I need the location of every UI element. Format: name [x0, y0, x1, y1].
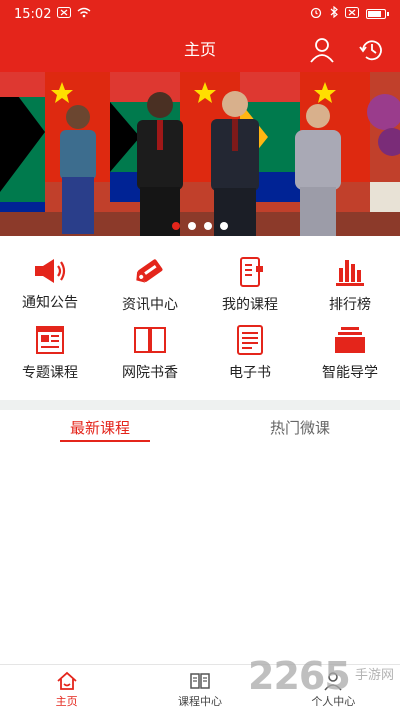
user-button[interactable]: [308, 36, 336, 64]
watermark-suffix: 手游网: [354, 668, 394, 683]
open-book-icon: [132, 324, 168, 356]
course-tabs: 最新课程 热门微课: [0, 410, 400, 444]
user-icon: [310, 38, 334, 63]
battery-icon: [366, 9, 389, 19]
bluetooth-icon: [330, 5, 338, 22]
history-icon: [359, 40, 382, 61]
nav-label: 课程中心: [177, 695, 222, 708]
stack-icon: [332, 324, 368, 356]
carousel-dot[interactable]: [188, 222, 196, 230]
megaphone-icon: [32, 256, 68, 286]
ebook-icon: [232, 324, 268, 356]
menu-label: 通知公告: [22, 295, 78, 311]
menu-label: 专题课程: [22, 365, 78, 381]
book-icon: [190, 673, 210, 689]
app-header: 主页: [0, 28, 400, 72]
wifi-icon: [77, 7, 91, 22]
menu-label: 我的课程: [222, 297, 278, 313]
nav-home[interactable]: 主页: [0, 665, 133, 711]
status-bar: 15:02: [0, 0, 400, 28]
tab-latest-courses[interactable]: 最新课程: [0, 410, 200, 444]
menu-item-notices[interactable]: 通知公告: [0, 256, 100, 312]
carousel-dot[interactable]: [204, 222, 212, 230]
watermark-number: 2265: [248, 654, 351, 698]
history-button[interactable]: [358, 36, 386, 64]
banner-carousel[interactable]: [0, 72, 400, 236]
menu-item-ranking[interactable]: 排行榜: [300, 256, 400, 313]
status-time: 15:02: [14, 6, 52, 22]
carousel-dot[interactable]: [172, 222, 180, 230]
tab-label: 最新课程: [69, 418, 130, 437]
page-title: 主页: [183, 40, 216, 59]
menu-label: 资讯中心: [122, 297, 178, 313]
watermark-logo: 2265 手游网: [248, 652, 398, 702]
battery-level: [368, 11, 381, 17]
nav-course-center[interactable]: 课程中心: [133, 665, 266, 711]
tab-underline: [60, 440, 150, 442]
menu-item-my-courses[interactable]: 我的课程: [200, 256, 300, 313]
menu-item-ebook[interactable]: 电子书: [200, 324, 300, 381]
bar-chart-icon: [332, 256, 368, 288]
notebook-icon: [232, 256, 268, 288]
article-icon: [32, 324, 68, 356]
notification-icon: [57, 6, 72, 22]
menu-item-smart-guide[interactable]: 智能导学: [300, 324, 400, 381]
feature-menu: 通知公告 资讯中心 我的课程 排行榜 专题课程 网院书香 电子书 智能导学: [0, 256, 400, 381]
menu-item-library[interactable]: 网院书香: [100, 324, 200, 381]
menu-label: 排行榜: [329, 297, 371, 313]
home-icon: [57, 671, 77, 690]
tab-popular-micro-courses[interactable]: 热门微课: [200, 410, 400, 444]
tab-label: 热门微课: [269, 418, 330, 437]
section-divider: [0, 400, 400, 410]
menu-label: 电子书: [229, 365, 271, 381]
nav-label: 主页: [55, 695, 78, 708]
menu-item-special-courses[interactable]: 专题课程: [0, 324, 100, 381]
signal-off-icon: [345, 6, 359, 22]
menu-label: 网院书香: [122, 365, 178, 381]
banner-image: [0, 72, 400, 236]
alarm-icon: [309, 6, 323, 22]
tag-icon: [132, 256, 168, 288]
menu-item-news[interactable]: 资讯中心: [100, 256, 200, 313]
carousel-dots: [0, 222, 400, 230]
menu-label: 智能导学: [322, 365, 378, 381]
carousel-dot[interactable]: [220, 222, 228, 230]
